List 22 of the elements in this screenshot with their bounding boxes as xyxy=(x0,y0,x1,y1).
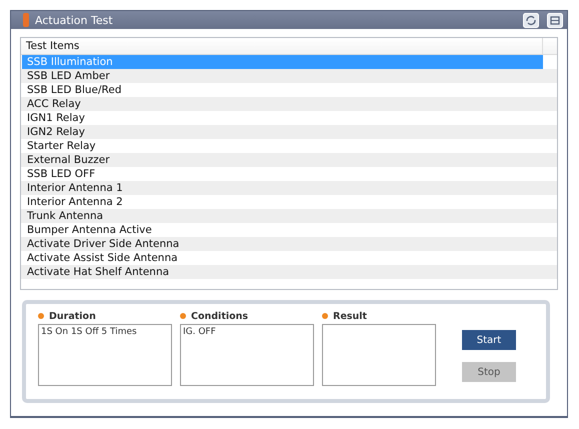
bullet-icon xyxy=(180,313,186,319)
bullet-icon xyxy=(322,313,328,319)
bullet-icon xyxy=(38,313,44,319)
list-item[interactable]: Starter Relay xyxy=(22,139,543,153)
list-item[interactable]: Interior Antenna 2 xyxy=(22,195,543,209)
list-item[interactable]: IGN1 Relay xyxy=(22,111,543,125)
text-area[interactable] xyxy=(322,324,436,386)
list-item[interactable]: Bumper Antenna Active xyxy=(22,223,543,237)
column-header: Test Items xyxy=(25,39,80,54)
list-item[interactable]: Activate Assist Side Antenna xyxy=(22,251,543,265)
menu-icon[interactable] xyxy=(547,12,563,28)
text-area[interactable]: 1S On 1S Off 5 Times xyxy=(38,324,172,386)
list-item[interactable]: SSB LED Blue/Red xyxy=(22,83,543,97)
app-icon xyxy=(23,13,29,27)
action-button[interactable]: Start xyxy=(462,330,516,350)
list-item[interactable]: SSB LED OFF xyxy=(22,167,543,181)
window-title: Actuation Test xyxy=(35,14,113,26)
field-label: Result xyxy=(333,310,367,322)
field-label: Conditions xyxy=(191,310,248,322)
field-label: Duration xyxy=(49,310,96,322)
text-area[interactable]: IG. OFF xyxy=(180,324,314,386)
retry-icon[interactable] xyxy=(523,12,539,28)
